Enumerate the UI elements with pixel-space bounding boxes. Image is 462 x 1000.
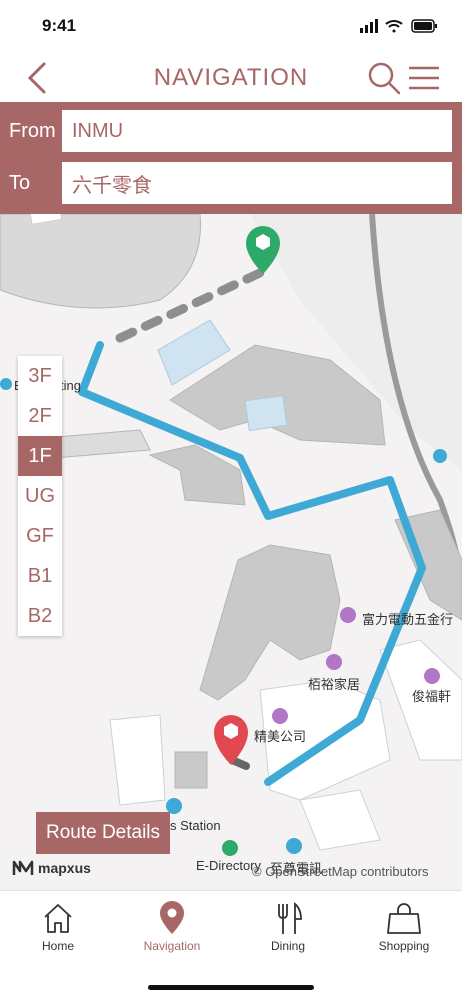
floor-item-2f[interactable]: 2F: [18, 396, 62, 436]
bus-stop-icon: [0, 378, 12, 390]
route-panel: From INMU To 六千零食: [0, 102, 462, 214]
floor-item-b2[interactable]: B2: [18, 596, 62, 636]
search-icon[interactable]: [366, 60, 402, 96]
from-row: From INMU: [0, 110, 462, 154]
mapxus-logo-text: mapxus: [38, 860, 91, 876]
floor-picker: 3F 2F 1F UG GF B1 B2: [18, 356, 62, 636]
star-icon: [222, 840, 238, 856]
tab-shopping[interactable]: Shopping: [354, 901, 454, 961]
info-icon: [433, 449, 447, 463]
to-value: 六千零食: [72, 174, 152, 197]
shopping-bag-icon: [387, 903, 421, 934]
tab-dining[interactable]: Dining: [238, 901, 338, 961]
from-value: INMU: [72, 119, 124, 142]
to-input[interactable]: 六千零食: [62, 162, 452, 204]
store-icon: [326, 654, 342, 670]
floor-item-1f[interactable]: 1F: [18, 436, 62, 476]
wifi-icon: [385, 20, 403, 33]
status-time: 9:41: [42, 16, 77, 35]
map-label-jingmei: 精美公司: [254, 729, 307, 744]
tab-shopping-label: Shopping: [378, 939, 430, 953]
map-label-bus-stop-suffix: ting: [60, 378, 81, 393]
header: NAVIGATION: [0, 52, 462, 102]
route-details-button[interactable]: Route Details: [36, 812, 170, 854]
to-label: To: [9, 172, 31, 194]
mapxus-logo-icon: [12, 860, 34, 875]
battery-icon: [411, 19, 437, 33]
phone-store-icon: [286, 838, 302, 854]
store-icon: [340, 607, 356, 623]
home-indicator: [148, 985, 314, 990]
map-label-fuli: 富力電動五金行: [362, 612, 454, 627]
map-view[interactable]: Bu ting 富力電動五金行 栢裕家居 俊福軒 精美公司 s Station …: [0, 214, 462, 890]
map-label-baiyu: 栢裕家居: [308, 677, 361, 692]
from-label: From: [9, 120, 56, 142]
menu-icon[interactable]: [406, 62, 442, 94]
home-icon: [44, 904, 72, 933]
fork-knife-icon: [278, 902, 302, 934]
floor-item-gf[interactable]: GF: [18, 516, 62, 556]
tab-dining-label: Dining: [270, 939, 306, 953]
mapxus-logo: mapxus: [12, 858, 91, 878]
gem-icon: [424, 668, 440, 684]
map-label-junfu: 俊福軒: [412, 689, 452, 704]
floor-item-b1[interactable]: B1: [18, 556, 62, 596]
floor-item-ug[interactable]: UG: [18, 476, 62, 516]
signal-icon: [360, 19, 378, 33]
from-input[interactable]: INMU: [62, 110, 452, 152]
tab-home-label: Home: [41, 939, 74, 953]
tab-navigation-label: Navigation: [143, 939, 201, 953]
tab-navigation[interactable]: Navigation: [122, 901, 222, 961]
floor-item-3f[interactable]: 3F: [18, 356, 62, 396]
status-icons: [360, 19, 437, 33]
tab-home[interactable]: Home: [8, 901, 108, 961]
tab-bar: Home Navigation Dining Shopping: [0, 890, 462, 1000]
map-attribution[interactable]: © OpenStreetMap contributors: [252, 864, 429, 879]
to-row: To 六千零食: [0, 162, 462, 206]
status-bar: 9:41: [0, 0, 462, 52]
location-pin-icon: [160, 901, 184, 934]
map-canvas: [0, 214, 462, 890]
lock-icon: [272, 708, 288, 724]
map-label-bus-station: s Station: [170, 818, 221, 833]
